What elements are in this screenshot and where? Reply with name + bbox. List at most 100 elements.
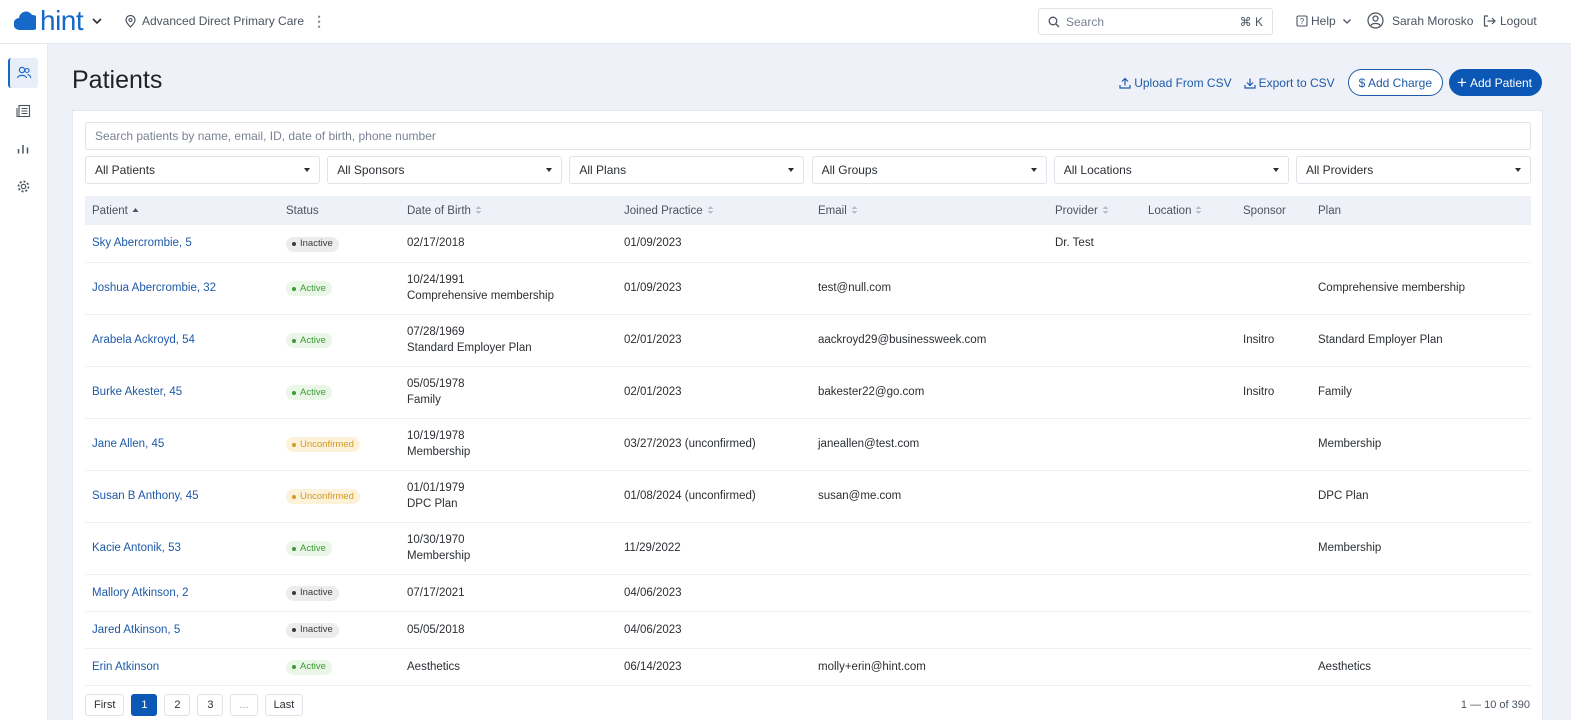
sidebar-item-patients[interactable] bbox=[8, 58, 38, 88]
patient-name-link[interactable]: Joshua Abercrombie, 32 bbox=[85, 262, 279, 314]
add-patient-label: Add Patient bbox=[1469, 75, 1532, 90]
table-row[interactable]: Erin Atkinson Active Aesthetics 06/14/2023 m… bbox=[85, 648, 1531, 685]
plan-cell bbox=[1311, 574, 1531, 611]
col-header-dob[interactable]: Date of Birth bbox=[400, 196, 617, 225]
page-first-button[interactable]: First bbox=[85, 694, 125, 716]
global-search[interactable]: Search ⌘ K bbox=[1038, 8, 1273, 35]
sponsor-cell bbox=[1236, 522, 1311, 574]
status-badge: Active bbox=[286, 281, 332, 297]
joined-cell: 11/29/2022 bbox=[624, 542, 681, 554]
add-patient-button[interactable]: + Add Patient bbox=[1449, 69, 1542, 96]
location-cell bbox=[1141, 225, 1236, 262]
dob-cell: 10/30/1970 Membership bbox=[400, 522, 617, 574]
patient-name-link[interactable]: Susan B Anthony, 45 bbox=[85, 470, 279, 522]
table-row[interactable]: Jared Atkinson, 5 Inactive 05/05/2018 04/06… bbox=[85, 611, 1531, 648]
page-ellipsis: ... bbox=[230, 694, 258, 716]
page-2-button[interactable]: 2 bbox=[164, 694, 191, 716]
status-dot-icon bbox=[292, 286, 296, 291]
filter-sponsors[interactable]: All Sponsors bbox=[327, 156, 563, 184]
practice-name: Advanced Direct Primary Care bbox=[142, 14, 305, 28]
status-badge: Inactive bbox=[286, 236, 339, 252]
provider-cell bbox=[1048, 648, 1141, 685]
joined-cell: 01/08/2024 (unconfirmed) bbox=[624, 490, 756, 502]
help-label: Help bbox=[1311, 14, 1336, 28]
col-header-patient[interactable]: Patient bbox=[85, 196, 279, 225]
email-cell: janeallen@test.com bbox=[818, 438, 920, 450]
joined-cell: 02/01/2023 bbox=[624, 334, 682, 346]
practice-selector[interactable]: Advanced Direct Primary Care ⋮ bbox=[125, 14, 326, 28]
brand-switcher[interactable]: hint bbox=[14, 7, 103, 35]
sponsor-cell bbox=[1236, 611, 1311, 648]
user-menu[interactable]: Sarah Morosko bbox=[1367, 12, 1473, 29]
page-last-button[interactable]: Last bbox=[264, 694, 304, 716]
upload-icon bbox=[1119, 77, 1131, 89]
joined-cell: 06/14/2023 bbox=[624, 660, 682, 673]
export-csv-button[interactable]: Export to CSV bbox=[1243, 76, 1335, 90]
caret-down-icon bbox=[304, 168, 310, 172]
status-cell: Active bbox=[279, 522, 400, 574]
col-header-location[interactable]: Location bbox=[1141, 196, 1236, 225]
filter-groups-value: All Groups bbox=[821, 163, 878, 177]
col-header-sponsor: Sponsor bbox=[1243, 204, 1286, 217]
col-header-email[interactable]: Email bbox=[811, 196, 1048, 225]
global-search-placeholder: Search bbox=[1066, 14, 1105, 29]
logout-link[interactable]: Logout bbox=[1483, 14, 1537, 28]
status-cell: Active bbox=[279, 648, 400, 685]
joined-cell: 03/27/2023 (unconfirmed) bbox=[624, 438, 756, 450]
patient-name-link[interactable]: Sky Abercrombie, 5 bbox=[85, 225, 279, 262]
caret-down-icon bbox=[788, 168, 795, 172]
table-row[interactable]: Sky Abercrombie, 5 Inactive 02/17/2018 01/0… bbox=[85, 225, 1531, 262]
patient-search-input[interactable]: Search patients by name, email, ID, date… bbox=[85, 122, 1531, 150]
filter-locations[interactable]: All Locations bbox=[1053, 156, 1289, 184]
kebab-menu-icon[interactable]: ⋮ bbox=[312, 14, 326, 28]
patient-name-link[interactable]: Burke Akester, 45 bbox=[85, 366, 279, 418]
sidebar-item-reports[interactable] bbox=[8, 133, 38, 163]
table-row[interactable]: Joshua Abercrombie, 32 Active 10/24/1991 Co… bbox=[85, 262, 1531, 314]
table-row[interactable]: Kacie Antonik, 53 Active 10/30/1970 Members… bbox=[85, 522, 1531, 574]
location-cell bbox=[1141, 611, 1236, 648]
location-cell bbox=[1141, 314, 1236, 366]
col-header-provider[interactable]: Provider bbox=[1048, 196, 1141, 225]
provider-cell bbox=[1048, 574, 1141, 611]
table-row[interactable]: Susan B Anthony, 45 Unconfirmed 01/01/1979… bbox=[85, 470, 1531, 522]
table-row[interactable]: Burke Akester, 45 Active 05/05/1978 Family 0… bbox=[85, 366, 1531, 418]
filter-providers[interactable]: All Providers bbox=[1295, 156, 1531, 184]
page-1-button[interactable]: 1 bbox=[131, 694, 158, 716]
filter-groups[interactable]: All Groups bbox=[811, 156, 1047, 184]
col-header-joined[interactable]: Joined Practice bbox=[617, 196, 811, 225]
status-badge: Unconfirmed bbox=[286, 489, 360, 505]
dob-cell: Aesthetics bbox=[407, 660, 461, 673]
status-cell: Active bbox=[279, 262, 400, 314]
filter-patients[interactable]: All Patients bbox=[85, 156, 320, 184]
sidebar-item-settings[interactable] bbox=[8, 171, 38, 201]
page-3-button[interactable]: 3 bbox=[197, 694, 224, 716]
patient-name-link[interactable]: Mallory Atkinson, 2 bbox=[85, 574, 279, 611]
dob-cell: 05/05/2018 bbox=[407, 623, 465, 636]
filter-plans[interactable]: All Plans bbox=[569, 156, 805, 184]
provider-cell bbox=[1048, 314, 1141, 366]
logout-label: Logout bbox=[1500, 14, 1537, 28]
patient-name-link[interactable]: Kacie Antonik, 53 bbox=[85, 522, 279, 574]
billing-icon bbox=[15, 104, 30, 118]
email-cell bbox=[811, 522, 1048, 574]
table-row[interactable]: Arabela Ackroyd, 54 Active 07/28/1969 Stand… bbox=[85, 314, 1531, 366]
sidebar-item-billing[interactable] bbox=[8, 96, 38, 126]
patient-name-link[interactable]: Erin Atkinson bbox=[85, 648, 279, 685]
patient-name-link[interactable]: Jared Atkinson, 5 bbox=[85, 611, 279, 648]
plan-cell: Membership bbox=[1318, 438, 1382, 450]
help-menu[interactable]: ? Help bbox=[1296, 14, 1355, 28]
status-cell: Unconfirmed bbox=[279, 418, 400, 470]
status-badge: Active bbox=[286, 385, 332, 401]
table-row[interactable]: Mallory Atkinson, 2 Inactive 07/17/2021 04/… bbox=[85, 574, 1531, 611]
add-charge-button[interactable]: $ Add Charge bbox=[1347, 69, 1444, 96]
patient-name-link[interactable]: Jane Allen, 45 bbox=[85, 418, 279, 470]
email-cell bbox=[811, 574, 1048, 611]
upload-csv-button[interactable]: Upload From CSV bbox=[1119, 76, 1232, 90]
user-avatar-icon bbox=[1367, 12, 1384, 29]
patient-name-link[interactable]: Arabela Ackroyd, 54 bbox=[85, 314, 279, 366]
sponsor-cell bbox=[1236, 225, 1311, 262]
settings-icon bbox=[17, 180, 29, 192]
table-row[interactable]: Jane Allen, 45 Unconfirmed 10/19/1978 Membe… bbox=[85, 418, 1531, 470]
filter-sponsors-value: All Sponsors bbox=[337, 163, 405, 177]
email-cell: bakester22@go.com bbox=[818, 386, 925, 398]
